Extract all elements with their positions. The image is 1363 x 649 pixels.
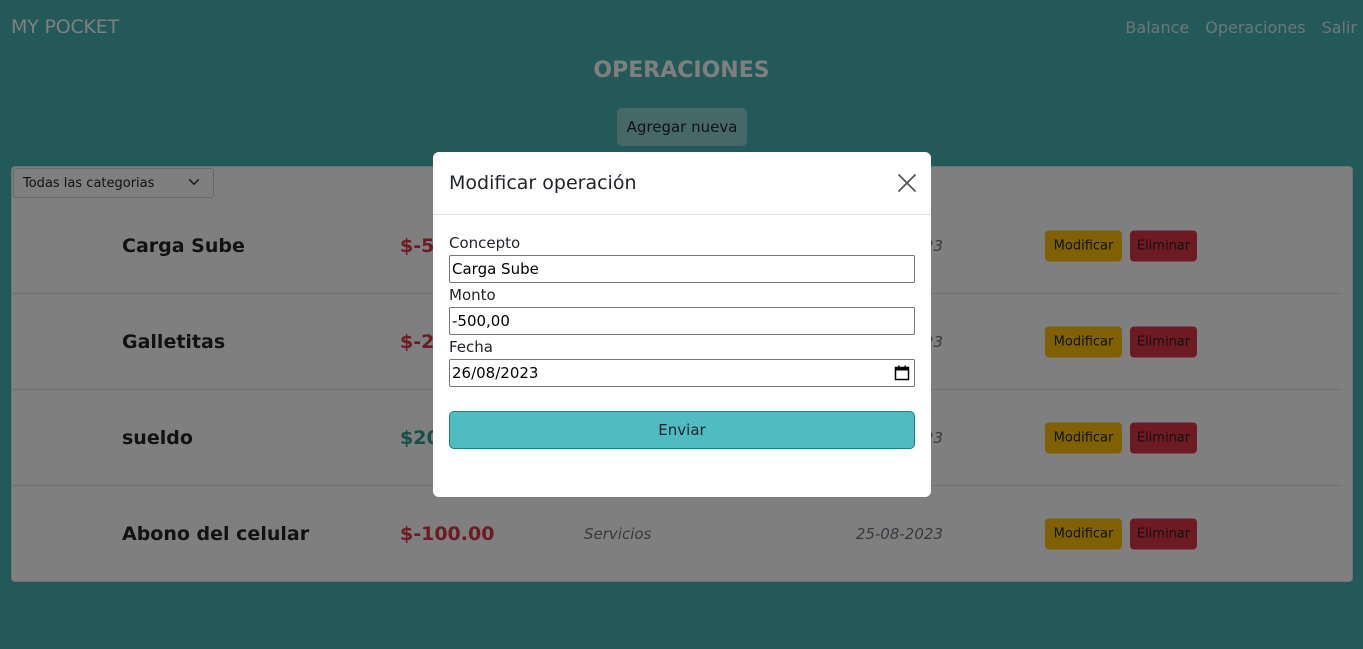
modal-header: Modificar operación: [433, 152, 931, 215]
concept-input[interactable]: [449, 255, 915, 283]
calendar-icon[interactable]: [894, 365, 910, 381]
modal-title: Modificar operación: [449, 172, 637, 194]
date-input[interactable]: 26/08/2023: [449, 359, 915, 387]
date-label: Fecha: [449, 338, 493, 356]
close-icon[interactable]: [896, 172, 918, 194]
amount-label: Monto: [449, 286, 496, 304]
submit-button[interactable]: Enviar: [449, 411, 915, 449]
concept-label: Concepto: [449, 234, 521, 252]
edit-operation-modal: Modificar operación Concepto Monto Fecha…: [433, 152, 931, 497]
app-root: MY POCKET Balance Operaciones Salir OPER…: [0, 0, 1363, 649]
amount-input[interactable]: [449, 307, 915, 335]
date-input-value: 26/08/2023: [452, 364, 539, 382]
